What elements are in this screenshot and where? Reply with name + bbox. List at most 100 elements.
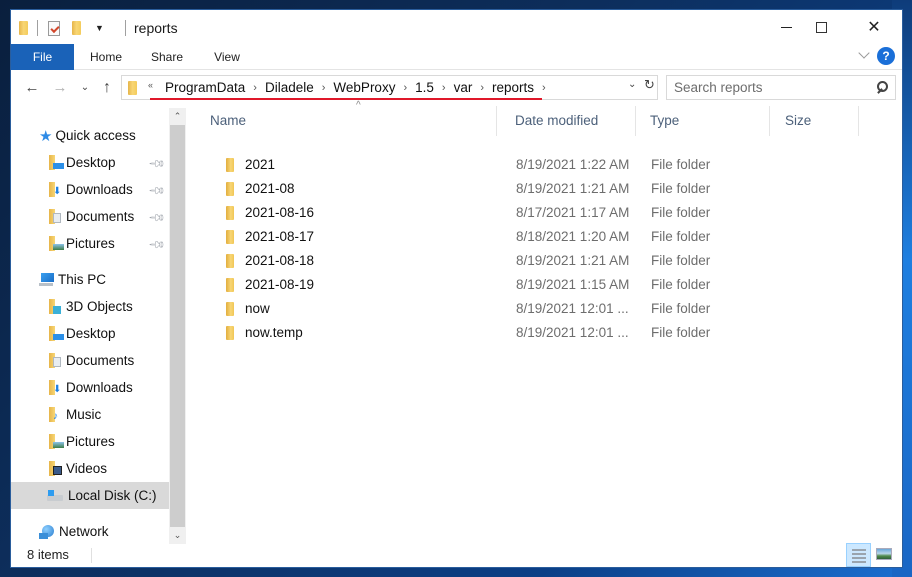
sidebar-item-label: Downloads [66, 380, 133, 395]
tab-file[interactable]: File [11, 44, 74, 70]
file-name: 2021-08-18 [245, 253, 315, 268]
desktop-folder-icon [49, 155, 64, 170]
sidebar-item-downloads[interactable]: ⬇ Downloads [11, 374, 169, 401]
file-explorer-window: ▼ reports ✕ File Home Share View ? ← → ⌄… [11, 10, 902, 567]
sidebar-item-quick-access[interactable]: ★ Quick access [11, 122, 169, 149]
breadcrumb-separator-icon[interactable]: › [398, 82, 412, 94]
breadcrumb-var[interactable]: var [451, 80, 476, 95]
maximize-button[interactable] [798, 10, 844, 44]
breadcrumb-overflow-icon[interactable]: « [148, 80, 153, 90]
properties-icon[interactable] [48, 20, 60, 36]
pictures-folder-icon [49, 236, 64, 251]
address-history-chevron-icon[interactable]: ⌄ [628, 79, 636, 90]
breadcrumb-reports[interactable]: reports [489, 80, 537, 95]
local-disk-icon [47, 489, 63, 502]
address-folder-icon [128, 81, 137, 95]
help-button[interactable]: ? [877, 47, 895, 65]
breadcrumb-separator-icon[interactable]: › [317, 82, 331, 94]
scrollbar-thumb[interactable] [170, 125, 185, 527]
sidebar-item-music[interactable]: ♪ Music [11, 401, 169, 428]
path-highlight-underline [150, 98, 542, 100]
pin-icon[interactable]: 📌︎ [148, 235, 166, 254]
file-row[interactable]: now.temp 8/19/2021 12:01 ... File folder [198, 321, 868, 345]
breadcrumb-separator-icon[interactable]: › [437, 82, 451, 94]
file-row[interactable]: 2021-08-18 8/19/2021 1:21 AM File folder [198, 249, 868, 273]
file-row[interactable]: 2021-08-17 8/18/2021 1:20 AM File folder [198, 225, 868, 249]
breadcrumb-separator-icon[interactable]: › [537, 82, 551, 94]
file-name: 2021-08-17 [245, 229, 315, 244]
sidebar-item-documents[interactable]: Documents [11, 347, 169, 374]
pin-icon[interactable]: 📌︎ [148, 154, 166, 173]
3d-objects-folder-icon [49, 299, 63, 314]
large-icons-view-button[interactable] [876, 548, 892, 560]
documents-folder-icon [49, 353, 63, 368]
sidebar-item-desktop[interactable]: Desktop 📌︎ [11, 149, 169, 176]
search-icon[interactable] [875, 80, 889, 94]
sidebar-item-label: Documents [66, 353, 135, 368]
breadcrumb-separator-icon[interactable]: › [248, 82, 262, 94]
navigation-pane-scrollbar[interactable]: ⌃ ⌄ [169, 108, 186, 544]
tab-home[interactable]: Home [84, 44, 128, 70]
file-row[interactable]: 2021 8/19/2021 1:22 AM File folder [198, 153, 868, 177]
column-header-name[interactable]: Name [198, 106, 496, 136]
close-icon: ✕ [867, 19, 881, 36]
sidebar-item-local-disk[interactable]: Local Disk (C:) [11, 482, 169, 509]
folder-icon [226, 326, 234, 340]
file-row[interactable]: now 8/19/2021 12:01 ... File folder [198, 297, 868, 321]
column-divider[interactable] [769, 106, 770, 136]
sidebar-item-label: Desktop [66, 326, 116, 341]
refresh-icon[interactable]: ↻ [644, 77, 655, 93]
sidebar-item-pictures[interactable]: Pictures [11, 428, 169, 455]
column-header-size[interactable]: Size [773, 106, 855, 136]
back-button[interactable]: ← [22, 78, 42, 98]
file-date-modified: 8/19/2021 1:21 AM [516, 253, 630, 268]
sidebar-item-pictures[interactable]: Pictures 📌︎ [11, 230, 169, 257]
window-title: reports [125, 20, 178, 36]
column-divider[interactable] [858, 106, 859, 136]
breadcrumb-webproxy[interactable]: WebProxy [330, 80, 398, 95]
folder-icon [226, 158, 234, 172]
file-row[interactable]: 2021-08-16 8/17/2021 1:17 AM File folder [198, 201, 868, 225]
tab-view[interactable]: View [208, 44, 246, 70]
pin-icon[interactable]: 📌︎ [148, 181, 166, 200]
folder-icon [226, 230, 234, 244]
recent-locations-chevron-icon[interactable]: ⌄ [75, 78, 95, 98]
pin-icon[interactable]: 📌︎ [148, 208, 166, 227]
file-type: File folder [651, 157, 711, 172]
up-button[interactable]: ↑ [97, 78, 117, 98]
forward-button[interactable]: → [50, 78, 70, 98]
details-view-button[interactable] [846, 543, 871, 567]
scroll-down-chevron-icon[interactable]: ⌄ [169, 527, 186, 544]
breadcrumb-programdata[interactable]: ProgramData [162, 80, 248, 95]
column-divider[interactable] [635, 106, 636, 136]
file-row[interactable]: 2021-08-19 8/19/2021 1:15 AM File folder [198, 273, 868, 297]
file-name: now [245, 301, 270, 316]
file-name: now.temp [245, 325, 303, 340]
sidebar-item-this-pc[interactable]: This PC [11, 266, 169, 293]
scroll-up-chevron-icon[interactable]: ⌃ [169, 108, 186, 125]
column-divider[interactable] [496, 106, 497, 136]
sidebar-item-desktop[interactable]: Desktop [11, 320, 169, 347]
sidebar-item-network[interactable]: Network [11, 518, 169, 544]
sidebar-item-documents[interactable]: Documents 📌︎ [11, 203, 169, 230]
address-bar[interactable]: « ProgramData › Diladele › WebProxy › 1.… [121, 75, 658, 100]
breadcrumb-version[interactable]: 1.5 [412, 80, 437, 95]
breadcrumb-diladele[interactable]: Diladele [262, 80, 317, 95]
sidebar-item-3d-objects[interactable]: 3D Objects [11, 293, 169, 320]
sidebar-item-downloads[interactable]: ⬇ Downloads 📌︎ [11, 176, 169, 203]
column-header-date-modified[interactable]: Date modified [503, 106, 633, 136]
file-row[interactable]: 2021-08 8/19/2021 1:21 AM File folder [198, 177, 868, 201]
close-button[interactable]: ✕ [851, 10, 897, 44]
customize-dropdown-icon[interactable]: ▼ [95, 23, 104, 33]
folder-icon [19, 21, 28, 35]
desktop-folder-icon [49, 326, 64, 341]
expand-ribbon-chevron-icon[interactable] [858, 48, 872, 62]
sidebar-item-videos[interactable]: Videos [11, 455, 169, 482]
column-header-type[interactable]: Type [638, 106, 768, 136]
search-input[interactable]: Search reports [666, 75, 896, 100]
new-folder-icon[interactable] [72, 21, 81, 35]
pictures-folder-icon [49, 434, 64, 449]
sidebar-item-label: Local Disk (C:) [68, 488, 157, 503]
breadcrumb-separator-icon[interactable]: › [475, 82, 489, 94]
tab-share[interactable]: Share [145, 44, 189, 70]
